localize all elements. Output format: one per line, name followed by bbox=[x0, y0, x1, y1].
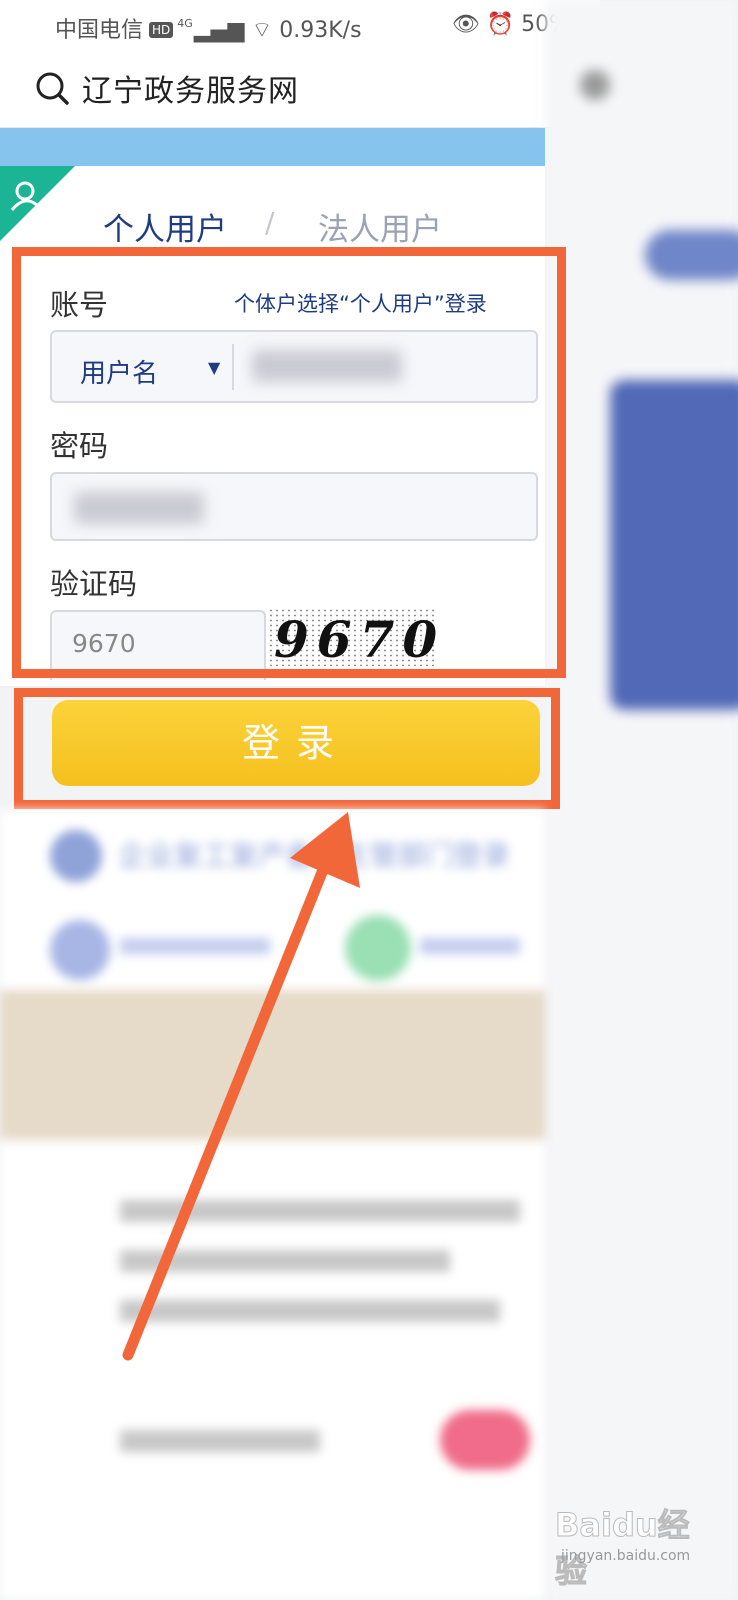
blurred-text-a bbox=[120, 938, 270, 954]
search-icon[interactable] bbox=[34, 70, 70, 106]
network-type: 4G bbox=[177, 17, 193, 30]
blurred-pink-badge bbox=[440, 1410, 530, 1470]
blurred-dot bbox=[580, 70, 610, 100]
form-highlight-box bbox=[12, 247, 566, 678]
tab-personal-user[interactable]: 个人用户 bbox=[103, 204, 227, 249]
blurred-line bbox=[120, 1430, 320, 1452]
enterprise-icon bbox=[50, 830, 102, 882]
signal-icon: ▂▄▆ bbox=[193, 18, 245, 43]
tab-separator: / bbox=[265, 206, 275, 239]
hd-badge: HD bbox=[149, 22, 174, 38]
top-banner bbox=[0, 128, 545, 166]
login-highlight-box bbox=[14, 688, 560, 809]
blurred-line bbox=[120, 1200, 520, 1222]
blurred-panel bbox=[610, 380, 738, 710]
user-corner-icon bbox=[0, 166, 75, 241]
baidu-watermark: Baidu经验 jingyan.baidu.com bbox=[555, 1500, 715, 1591]
status-left: 中国电信 HD 4G▂▄▆ ⌔ 0.93K/s bbox=[55, 12, 362, 44]
blurred-lower-content: 企业复工复产备案主管部门登录 bbox=[0, 810, 545, 1600]
blurred-text-b bbox=[420, 938, 520, 954]
watermark-url: jingyan.baidu.com bbox=[561, 1548, 691, 1564]
blurred-band bbox=[0, 990, 545, 1140]
network-speed: 0.93K/s bbox=[279, 18, 362, 43]
tab-legal-user[interactable]: 法人用户 bbox=[318, 204, 442, 249]
carrier-name: 中国电信 bbox=[55, 18, 144, 43]
blurred-line bbox=[120, 1300, 500, 1322]
status-bar: 中国电信HD4G▂▄▆ ⌔ 0.93K/s 👁 ⏰ 50% bbox=[0, 0, 600, 50]
blurred-icon-b bbox=[345, 915, 411, 981]
wifi-icon: ⌔ bbox=[251, 18, 273, 43]
blurred-pill bbox=[645, 230, 738, 280]
alarm-icon: ⏰ bbox=[486, 12, 515, 37]
site-title: 辽宁政务服务网 bbox=[82, 74, 299, 109]
eye-icon: 👁 bbox=[451, 12, 480, 37]
blurred-background-panel bbox=[545, 0, 738, 1600]
blurred-icon-a bbox=[50, 920, 110, 980]
watermark-brand: Baidu经验 bbox=[555, 1506, 691, 1591]
enterprise-login-link[interactable]: 企业复工复产备案主管部门登录 bbox=[118, 834, 510, 874]
blurred-line bbox=[120, 1250, 450, 1272]
search-header[interactable]: 辽宁政务服务网 bbox=[0, 50, 600, 128]
